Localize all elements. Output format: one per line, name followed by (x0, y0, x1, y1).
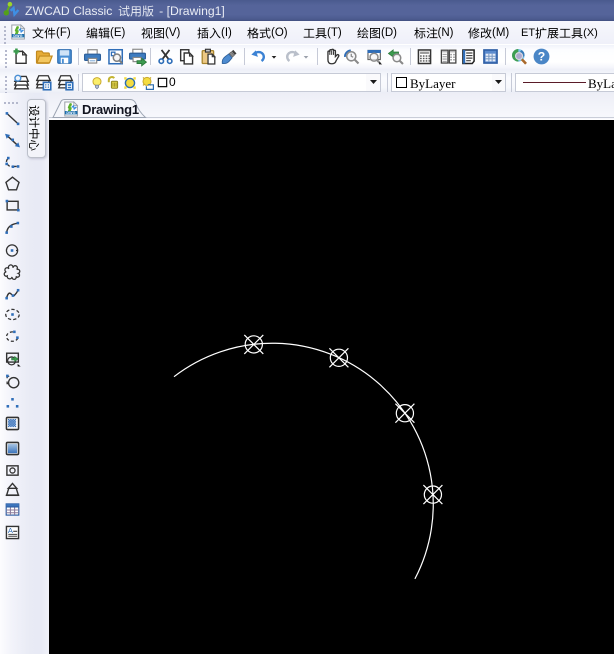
svg-text:DWG: DWG (13, 34, 22, 38)
svg-text:DWG: DWG (66, 111, 75, 115)
svg-text:?: ? (538, 50, 545, 64)
